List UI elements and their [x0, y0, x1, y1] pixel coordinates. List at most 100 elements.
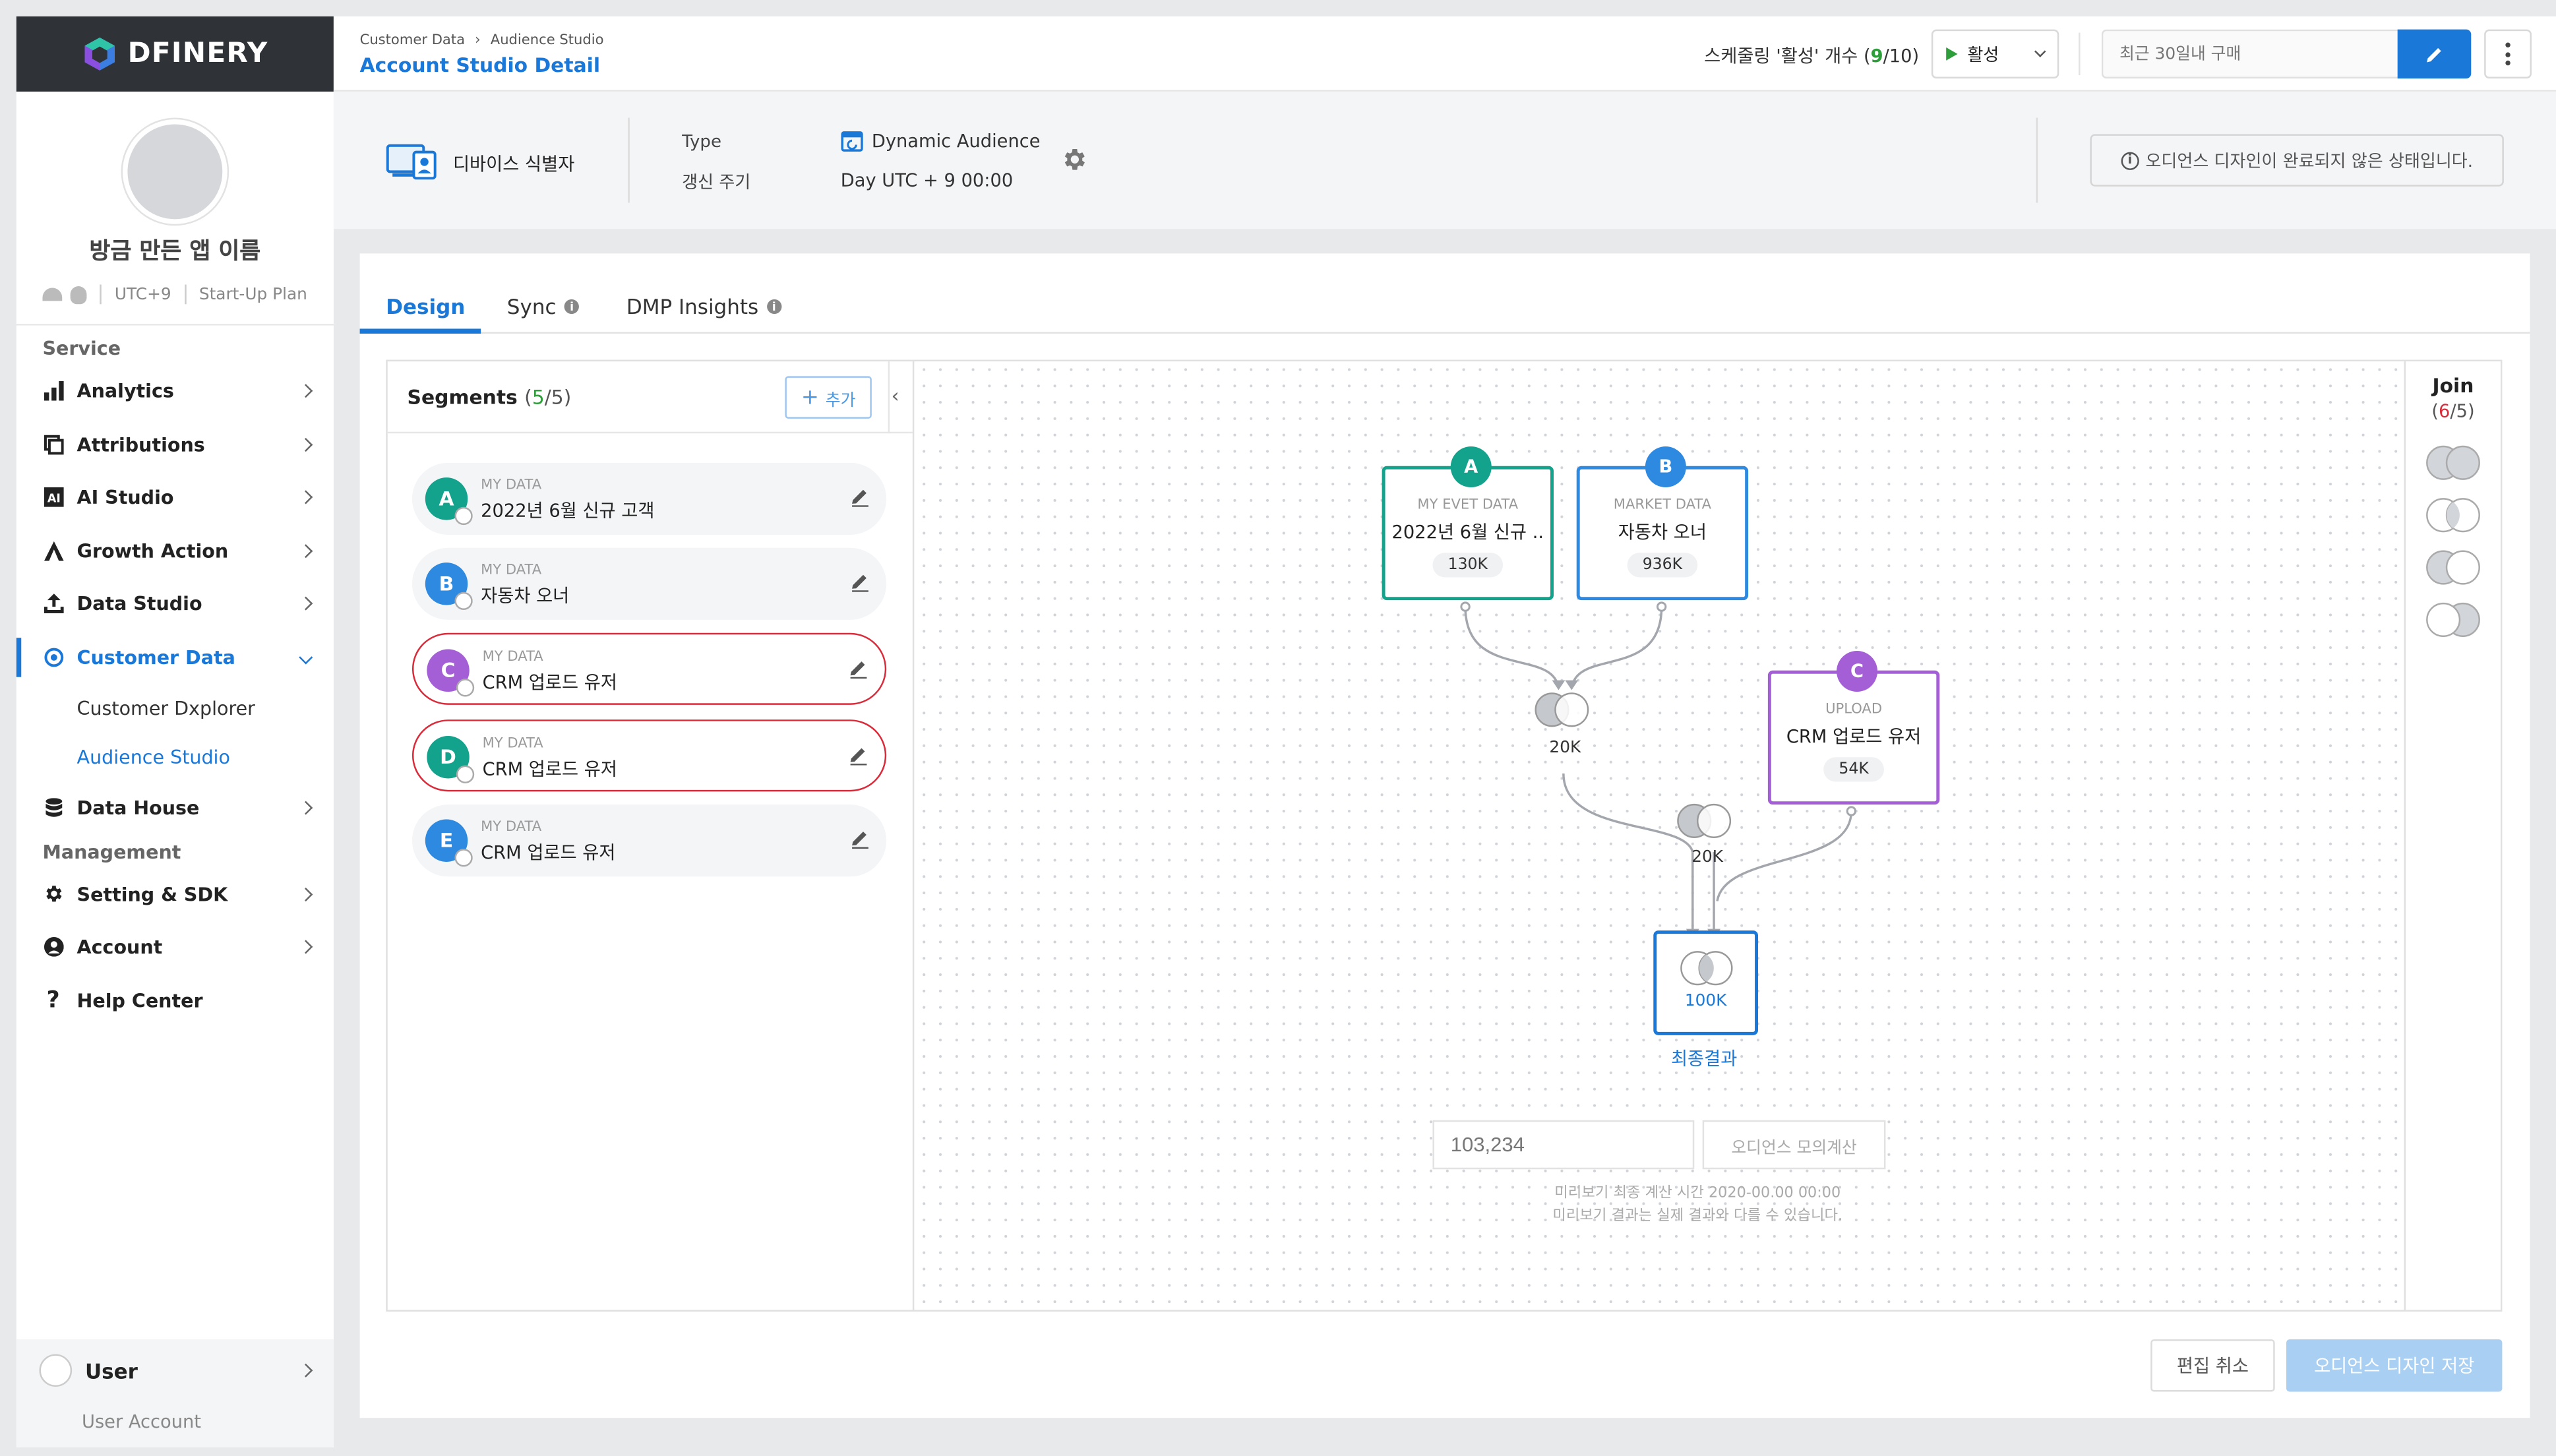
tab-sync[interactable]: Sync i [507, 294, 580, 319]
join-left-exclude-icon[interactable] [2422, 549, 2484, 586]
final-result-label: 최종결과 [1670, 1048, 1738, 1070]
tab-design[interactable]: Design [386, 294, 465, 318]
add-segment-button[interactable]: + 추가 [785, 376, 872, 419]
page-title: Account Studio Detail [359, 53, 601, 77]
chevron-right-icon [299, 887, 313, 901]
segment-source: MY DATA [481, 477, 542, 494]
database-icon [45, 798, 61, 818]
join-node-2[interactable] [1677, 803, 1732, 839]
more-options-button[interactable] [2484, 29, 2532, 79]
management-section-title: Management [42, 839, 181, 863]
join-union-icon[interactable] [2422, 445, 2484, 481]
preview-note: 미리보기 최종 계산 시간 2020-00.00 00:00 미리보기 결과는 … [1552, 1186, 1843, 1225]
main-card: Design Sync i DMP Insights i Segments (5/5… [359, 253, 2530, 1418]
question-icon: ? [46, 987, 60, 1014]
info-bar: 디바이스 식별자 Type 갱신 주기 Dynamic Audience Day… [333, 91, 2556, 229]
pencil-icon[interactable] [849, 659, 868, 679]
tab-dmp-insights[interactable]: DMP Insights i [626, 294, 781, 319]
user-bar[interactable]: User User Account [16, 1339, 334, 1447]
target-icon [44, 647, 63, 667]
pencil-icon[interactable] [851, 829, 870, 849]
upload-icon [43, 593, 63, 614]
sidebar-item-data-studio[interactable]: Data Studio [16, 577, 334, 630]
breadcrumb-item[interactable]: Audience Studio [491, 33, 604, 49]
pencil-icon[interactable] [849, 746, 868, 766]
segment-item[interactable]: A MY DATA 2022년 6월 신규 고객 [411, 462, 887, 535]
sidebar: DFINERY 방금 만든 앱 이름 UTC+9 Start-Up Plan S… [16, 16, 334, 1447]
edit-button[interactable] [2397, 29, 2472, 79]
final-result-node[interactable]: 100K [1653, 930, 1758, 1035]
brand-name: DFINERY [127, 38, 268, 71]
info-icon: i [2121, 151, 2139, 169]
sidebar-item-growth-action[interactable]: Growth Action [16, 524, 334, 578]
flow-node-c[interactable]: C UPLOAD CRM 업로드 유저 54K [1767, 651, 1940, 805]
join-right-exclude-icon[interactable] [2422, 602, 2484, 638]
sidebar-item-ai-studio[interactable]: AI AI Studio [16, 471, 334, 524]
join-count: (6/5) [2431, 400, 2475, 422]
dfinery-logo-icon [84, 37, 115, 71]
segment-name: CRM 업로드 유저 [482, 672, 618, 694]
cycle-label: 갱신 주기 [682, 173, 751, 193]
segment-item[interactable]: C MY DATA CRM 업로드 유저 [411, 632, 887, 705]
chevron-right-icon [299, 491, 313, 505]
chevron-right-icon [299, 543, 313, 558]
sidebar-item-data-house[interactable]: Data House [16, 781, 334, 835]
user-account-link[interactable]: User Account [16, 1411, 334, 1432]
sidebar-item-setting-sdk[interactable]: Setting & SDK [16, 868, 334, 921]
flow-node-a[interactable]: A MY EVET DATA 2022년 6월 신규 .. 130K [1382, 446, 1554, 601]
sidebar-sub-customer-dxplorer[interactable]: Customer Dxplorer [16, 684, 334, 733]
user-label: User [84, 1358, 138, 1383]
tab-active-indicator [359, 328, 481, 333]
design-incomplete-notice: i 오디언스 디자인이 완료되지 않은 상태입니다. [2090, 134, 2504, 187]
identifier-label: 디바이스 식별자 [452, 154, 575, 175]
user-avatar [39, 1354, 73, 1387]
audience-simulate-button[interactable]: 오디언스 모의계산 [1702, 1120, 1886, 1170]
info-icon: i [564, 299, 580, 315]
flow-canvas[interactable]: A MY EVET DATA 2022년 6월 신규 .. 130K B MAR… [915, 361, 2404, 1310]
segment-source: MY DATA [482, 736, 543, 752]
result-join-icon [1680, 951, 1733, 986]
timezone: UTC+9 [114, 285, 171, 304]
segment-source: MY DATA [481, 819, 542, 836]
segment-item[interactable]: D MY DATA CRM 업로드 유저 [411, 719, 887, 792]
save-design-button[interactable]: 오디언스 디자인 저장 [2286, 1339, 2503, 1392]
segment-badge: C [427, 649, 475, 697]
status-label: 활성 [1967, 45, 1999, 65]
settings-gear-icon[interactable] [1060, 146, 1087, 173]
cancel-edit-button[interactable]: 편집 취소 [2150, 1339, 2275, 1392]
chevron-right-icon [299, 384, 313, 398]
segment-item[interactable]: E MY DATA CRM 업로드 유저 [411, 804, 887, 877]
segment-item[interactable]: B MY DATA 자동차 오너 [411, 547, 887, 620]
app-avatar[interactable] [123, 119, 228, 224]
sidebar-item-customer-data[interactable]: Customer Data [16, 630, 334, 684]
segment-source: MY DATA [482, 649, 543, 666]
plus-icon: + [801, 385, 819, 410]
segment-badge: A [425, 477, 473, 526]
preview-value-field[interactable] [1432, 1120, 1695, 1170]
status-dropdown[interactable]: 활성 [1931, 29, 2059, 79]
segment-name: CRM 업로드 유저 [481, 842, 616, 864]
sidebar-item-analytics[interactable]: Analytics [16, 365, 334, 418]
sidebar-sub-audience-studio[interactable]: Audience Studio [16, 733, 334, 781]
join-node-1[interactable] [1535, 692, 1589, 727]
collapse-panel-icon[interactable]: ‹ [892, 384, 899, 408]
search-input[interactable] [2101, 29, 2401, 79]
chevron-right-icon [299, 801, 313, 816]
breadcrumb-item[interactable]: Customer Data [360, 33, 465, 49]
schedule-count: 스케줄링 '활성' 개수 (9/10) [1704, 46, 1920, 67]
pencil-icon[interactable] [851, 487, 870, 507]
flow-node-b[interactable]: B MARKET DATA 자동차 오너 936K [1576, 446, 1749, 601]
sidebar-item-account[interactable]: Account [16, 921, 334, 974]
cycle-value: Day UTC + 9 00:00 [840, 169, 1014, 192]
os-icons [42, 285, 87, 304]
segments-title: Segments (5/5) [407, 386, 572, 409]
chevron-down-icon [2034, 46, 2046, 57]
sidebar-item-help-center[interactable]: ? Help Center [16, 974, 334, 1027]
segment-badge: E [425, 819, 473, 867]
logo[interactable]: DFINERY [16, 16, 334, 92]
join-intersect-icon[interactable] [2422, 497, 2484, 533]
type-label: Type [682, 132, 721, 152]
sidebar-item-attributions[interactable]: Attributions [16, 418, 334, 471]
pencil-icon[interactable] [851, 572, 870, 592]
person-icon [43, 937, 63, 957]
